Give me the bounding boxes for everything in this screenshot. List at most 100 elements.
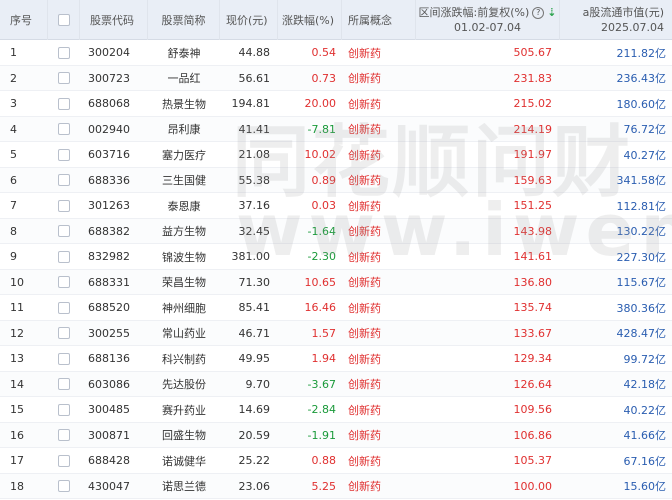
cell-name[interactable]: 一品红	[148, 66, 220, 92]
row-checkbox[interactable]	[58, 148, 70, 161]
cell-checkbox[interactable]	[48, 219, 80, 245]
cell-concept[interactable]: 创新药	[342, 448, 416, 474]
cell-name[interactable]: 锦波生物	[148, 244, 220, 270]
cell-name[interactable]: 益方生物	[148, 219, 220, 245]
sort-down-icon[interactable]: ⇣	[547, 5, 556, 20]
table-row[interactable]: 9 832982 锦波生物 381.00 -2.30 创新药 141.61 227.30亿	[0, 244, 672, 270]
row-checkbox[interactable]	[58, 429, 70, 442]
cell-code[interactable]: 688520	[80, 295, 148, 321]
cell-name[interactable]: 热景生物	[148, 91, 220, 117]
cell-concept[interactable]: 创新药	[342, 474, 416, 500]
cell-code[interactable]: 688336	[80, 168, 148, 194]
header-price[interactable]: 现价(元)	[220, 0, 278, 40]
select-all-checkbox[interactable]	[57, 14, 70, 26]
cell-market-cap[interactable]: 42.18亿	[560, 372, 672, 398]
cell-name[interactable]: 诺思兰德	[148, 474, 220, 500]
table-row[interactable]: 7 301263 泰恩康 37.16 0.03 创新药 151.25 112.81亿	[0, 193, 672, 219]
table-row[interactable]: 3 688068 热景生物 194.81 20.00 创新药 215.02 180.60亿	[0, 91, 672, 117]
cell-code[interactable]: 688136	[80, 346, 148, 372]
table-row[interactable]: 18 430047 诺思兰德 23.06 5.25 创新药 100.00 15.60亿	[0, 473, 672, 500]
cell-market-cap[interactable]: 227.30亿	[560, 244, 672, 270]
cell-checkbox[interactable]	[48, 91, 80, 117]
cell-market-cap[interactable]: 15.60亿	[560, 474, 672, 500]
header-market-cap[interactable]: a股流通市值(元) 2025.07.04	[560, 0, 672, 40]
cell-name[interactable]: 昂利康	[148, 117, 220, 143]
cell-concept[interactable]: 创新药	[342, 142, 416, 168]
help-icon[interactable]: ?	[532, 6, 545, 19]
cell-concept[interactable]: 创新药	[342, 219, 416, 245]
cell-market-cap[interactable]: 428.47亿	[560, 321, 672, 347]
table-row[interactable]: 2 300723 一品红 56.61 0.73 创新药 231.83 236.43亿	[0, 65, 672, 92]
cell-code[interactable]: 300723	[80, 66, 148, 92]
cell-code[interactable]: 002940	[80, 117, 148, 143]
cell-market-cap[interactable]: 236.43亿	[560, 66, 672, 92]
row-checkbox[interactable]	[58, 97, 70, 110]
row-checkbox[interactable]	[58, 123, 70, 136]
cell-checkbox[interactable]	[48, 168, 80, 194]
cell-checkbox[interactable]	[48, 244, 80, 270]
cell-concept[interactable]: 创新药	[342, 321, 416, 347]
cell-concept[interactable]: 创新药	[342, 168, 416, 194]
cell-checkbox[interactable]	[48, 474, 80, 500]
row-checkbox[interactable]	[58, 199, 70, 212]
cell-concept[interactable]: 创新药	[342, 40, 416, 66]
cell-name[interactable]: 泰恩康	[148, 193, 220, 219]
cell-code[interactable]: 603716	[80, 142, 148, 168]
cell-market-cap[interactable]: 76.72亿	[560, 117, 672, 143]
cell-code[interactable]: 688428	[80, 448, 148, 474]
cell-code[interactable]: 688382	[80, 219, 148, 245]
row-checkbox[interactable]	[58, 403, 70, 416]
row-checkbox[interactable]	[58, 225, 70, 238]
cell-market-cap[interactable]: 67.16亿	[560, 448, 672, 474]
table-row[interactable]: 5 603716 塞力医疗 21.08 10.02 创新药 191.97 40.27亿	[0, 142, 672, 168]
table-row[interactable]: 17 688428 诺诚健华 25.22 0.88 创新药 105.37 67.16亿	[0, 448, 672, 474]
header-code[interactable]: 股票代码	[80, 0, 148, 40]
cell-code[interactable]: 300255	[80, 321, 148, 347]
table-row[interactable]: 11 688520 神州细胞 85.41 16.46 创新药 135.74 380.36亿	[0, 295, 672, 321]
cell-concept[interactable]: 创新药	[342, 91, 416, 117]
row-checkbox[interactable]	[58, 480, 70, 493]
cell-name[interactable]: 回盛生物	[148, 423, 220, 449]
cell-code[interactable]: 301263	[80, 193, 148, 219]
cell-market-cap[interactable]: 40.22亿	[560, 397, 672, 423]
table-row[interactable]: 13 688136 科兴制药 49.95 1.94 创新药 129.34 99.72亿	[0, 346, 672, 372]
table-row[interactable]: 16 300871 回盛生物 20.59 -1.91 创新药 106.86 41.66亿	[0, 422, 672, 449]
cell-market-cap[interactable]: 40.27亿	[560, 142, 672, 168]
header-concept[interactable]: 所属概念	[342, 0, 416, 40]
row-checkbox[interactable]	[58, 301, 70, 314]
cell-checkbox[interactable]	[48, 117, 80, 143]
row-checkbox[interactable]	[58, 454, 70, 467]
cell-checkbox[interactable]	[48, 423, 80, 449]
header-select-all[interactable]	[48, 0, 80, 40]
cell-code[interactable]: 300485	[80, 397, 148, 423]
row-checkbox[interactable]	[58, 352, 70, 365]
cell-checkbox[interactable]	[48, 295, 80, 321]
cell-checkbox[interactable]	[48, 346, 80, 372]
row-checkbox[interactable]	[58, 327, 70, 340]
row-checkbox[interactable]	[58, 276, 70, 289]
cell-name[interactable]: 科兴制药	[148, 346, 220, 372]
cell-name[interactable]: 诺诚健华	[148, 448, 220, 474]
cell-name[interactable]: 先达股份	[148, 372, 220, 398]
cell-checkbox[interactable]	[48, 142, 80, 168]
table-row[interactable]: 12 300255 常山药业 46.71 1.57 创新药 133.67 428.47亿	[0, 320, 672, 347]
cell-name[interactable]: 神州细胞	[148, 295, 220, 321]
cell-name[interactable]: 荣昌生物	[148, 270, 220, 296]
cell-concept[interactable]: 创新药	[342, 397, 416, 423]
cell-checkbox[interactable]	[48, 66, 80, 92]
row-checkbox[interactable]	[58, 46, 70, 59]
cell-checkbox[interactable]	[48, 40, 80, 66]
cell-market-cap[interactable]: 180.60亿	[560, 91, 672, 117]
cell-concept[interactable]: 创新药	[342, 193, 416, 219]
cell-concept[interactable]: 创新药	[342, 346, 416, 372]
cell-name[interactable]: 塞力医疗	[148, 142, 220, 168]
cell-code[interactable]: 832982	[80, 244, 148, 270]
cell-market-cap[interactable]: 112.81亿	[560, 193, 672, 219]
cell-checkbox[interactable]	[48, 397, 80, 423]
cell-code[interactable]: 603086	[80, 372, 148, 398]
cell-concept[interactable]: 创新药	[342, 423, 416, 449]
cell-checkbox[interactable]	[48, 321, 80, 347]
header-index[interactable]: 序号	[0, 0, 48, 40]
row-checkbox[interactable]	[58, 250, 70, 263]
cell-name[interactable]: 赛升药业	[148, 397, 220, 423]
